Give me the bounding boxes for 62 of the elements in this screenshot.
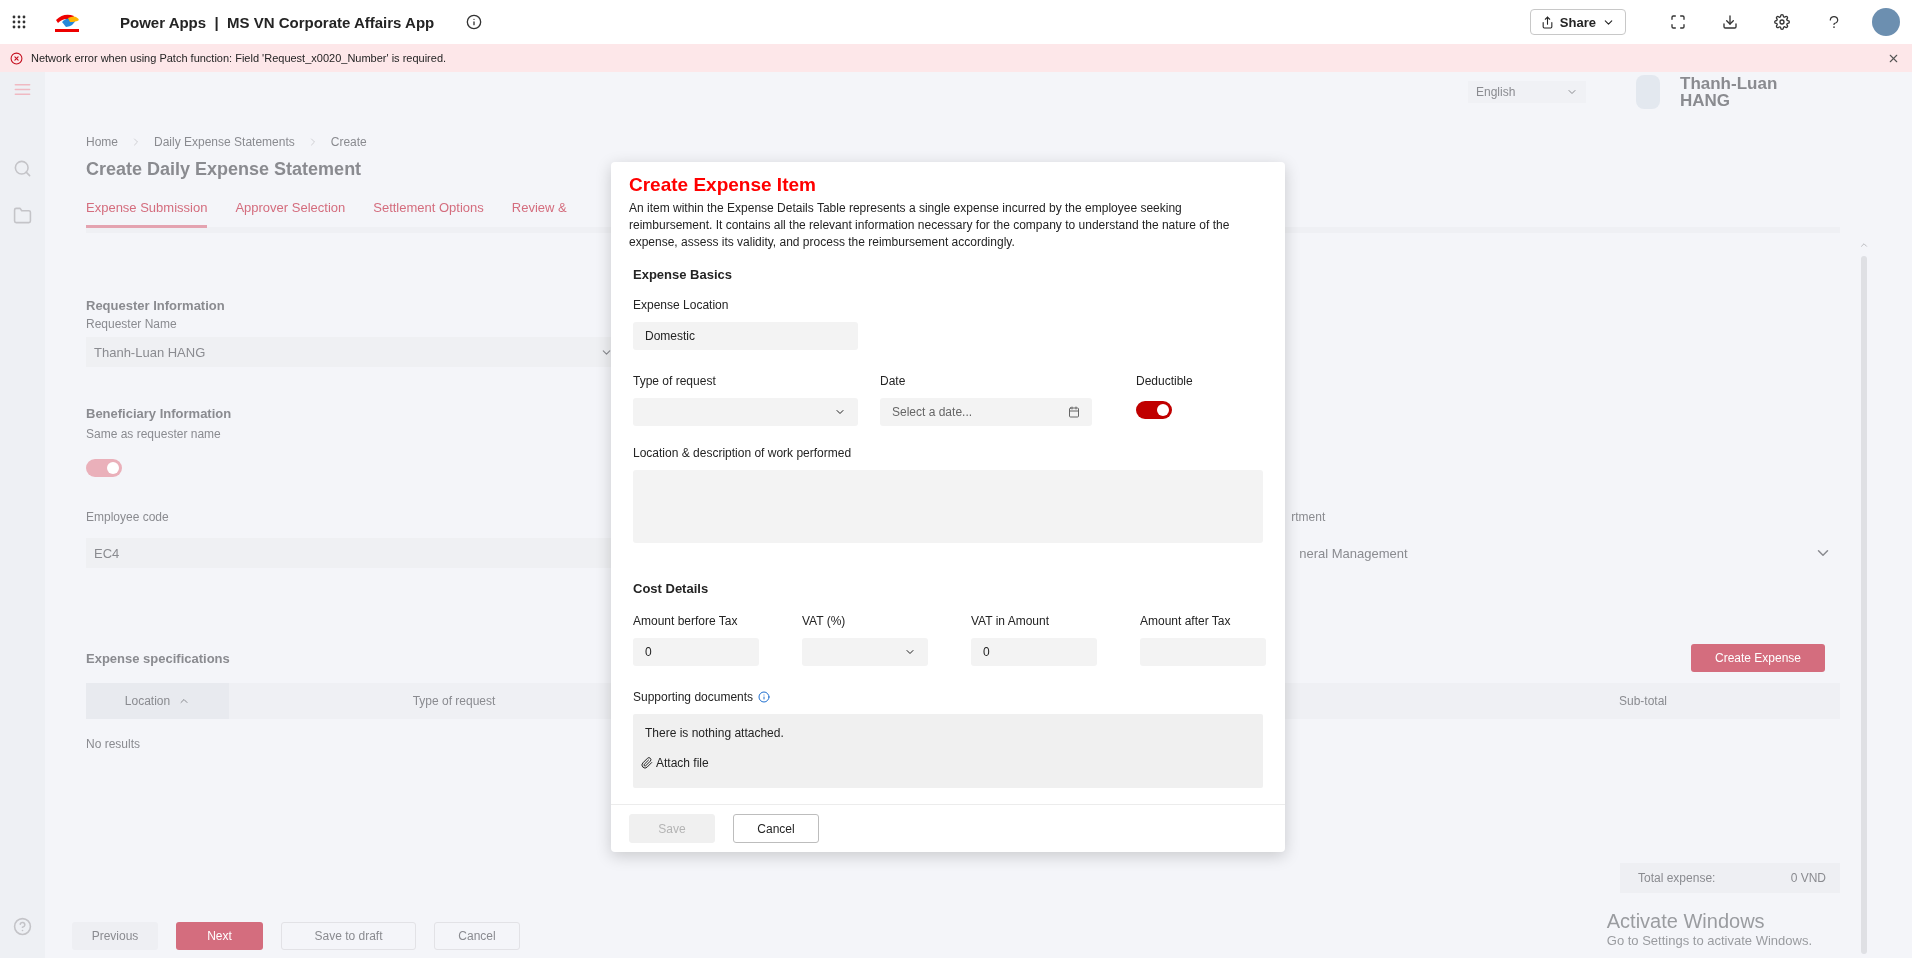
toggle-switch[interactable]: [1136, 401, 1172, 419]
app-launcher-icon[interactable]: [12, 15, 26, 29]
footer-button[interactable]: Previous: [72, 922, 158, 950]
error-icon: [10, 51, 23, 65]
amount-field[interactable]: 0: [633, 638, 759, 666]
field-label: Supporting documents: [633, 690, 771, 704]
share-button[interactable]: Share: [1529, 9, 1626, 35]
column-header[interactable]: Location: [86, 683, 229, 719]
breadcrumb-item[interactable]: Create: [330, 135, 367, 149]
tab[interactable]: Review &: [511, 194, 567, 228]
section-heading: Expense specifications: [86, 650, 230, 666]
department-field[interactable]: neral Management: [1291, 538, 1840, 568]
dialog-title: Create Expense Item: [629, 174, 817, 196]
location-field[interactable]: Domestic: [633, 322, 858, 350]
attachment-empty-text: There is nothing attached.: [645, 726, 785, 740]
field-label: Type of request: [633, 374, 716, 388]
section-heading: Cost Details: [633, 581, 710, 596]
column-header[interactable]: Sub-total: [1619, 683, 1668, 719]
dialog-description: An item within the Expense Details Table represents a single expense incurred by the employee seeking reimbursement. It contains all the relevant information necessary for the company to understand the nature of the expense, assess its validity, and process the reimbursement accordingly.: [629, 200, 1231, 251]
footer-button[interactable]: Next: [176, 922, 263, 950]
share-icon: [1540, 15, 1554, 29]
field-label: rtment: [1291, 510, 1326, 524]
calendar-icon[interactable]: [1068, 406, 1080, 418]
footer-button[interactable]: Save to draft: [281, 922, 416, 950]
total-value: 0 VND: [1790, 871, 1826, 885]
section-heading: Expense Basics: [633, 267, 733, 282]
field-label: Location & description of work performed: [633, 446, 852, 460]
field-label: VAT in Amount: [971, 614, 1050, 628]
tab[interactable]: Approver Selection: [235, 194, 346, 228]
total-label: Total expense:: [1638, 871, 1716, 885]
field-label: Requester Name: [86, 317, 177, 331]
footer-button[interactable]: Cancel: [434, 922, 520, 950]
field-label: Expense Location: [633, 298, 729, 312]
tab[interactable]: Settlement Options: [373, 194, 484, 228]
app-title: Power Apps | MS VN Corporate Affairs App: [120, 13, 435, 31]
activation-title: Activate Windows: [1606, 910, 1766, 933]
field-label: Date: [880, 374, 906, 388]
field-label: Amount berfore Tax: [633, 614, 738, 628]
breadcrumb-item[interactable]: Home: [86, 135, 118, 149]
field-label: Same as requester name: [86, 427, 221, 441]
language-select[interactable]: English: [1468, 81, 1586, 103]
create-expense-button[interactable]: Create Expense: [1691, 644, 1825, 672]
paperclip-icon: [641, 757, 653, 769]
section-heading: Requester Information: [86, 298, 225, 313]
tab[interactable]: Expense Submission: [86, 194, 208, 228]
dialog-button[interactable]: Cancel: [733, 814, 819, 843]
field-label: Amount after Tax: [1140, 614, 1231, 628]
section-heading: Beneficiary Information: [86, 406, 232, 421]
field-label: VAT (%): [802, 614, 846, 628]
activation-text: Go to Settings to activate Windows.: [1606, 933, 1812, 948]
field-label: Employee code: [86, 510, 169, 524]
date-field[interactable]: Select a date...: [880, 398, 1092, 426]
attach-file-button[interactable]: Attach file: [641, 756, 709, 770]
amount-field[interactable]: 0: [971, 638, 1097, 666]
empty-message: No results: [86, 737, 141, 751]
page-title: Create Daily Expense Statement: [86, 159, 363, 180]
breadcrumb-item[interactable]: Daily Expense Statements: [154, 135, 295, 149]
error-message: Network error when using Patch function: Field 'Request_x0020_Number' is required.: [31, 52, 447, 64]
toggle-switch[interactable]: [86, 459, 122, 477]
user-name: Thanh-Luan HANG: [1680, 75, 1779, 109]
user-avatar[interactable]: [1872, 8, 1900, 36]
field-label: Deductible: [1136, 374, 1193, 388]
